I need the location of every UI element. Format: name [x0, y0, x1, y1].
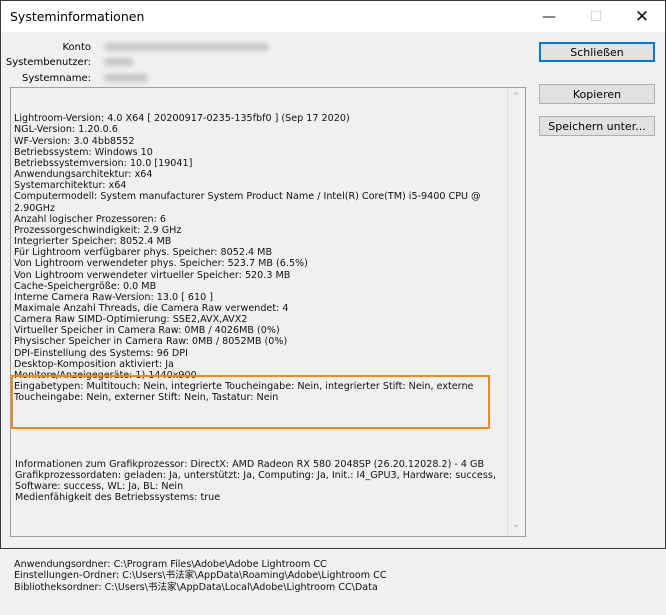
- info-line: Für Lightroom verfügbarer phys. Speicher…: [14, 247, 273, 259]
- info-line: Anwendungsarchitektur: x64: [14, 169, 153, 181]
- info-line: Systemarchitektur: x64: [14, 180, 127, 192]
- info-line: Von Lightroom verwendeter phys. Speicher…: [14, 258, 308, 270]
- info-line: Anzahl logischer Prozessoren: 6: [14, 213, 167, 225]
- info-line: Virtueller Speicher in Camera Raw: 0MB /…: [14, 325, 280, 337]
- info-line: NGL-Version: 1.20.0.6: [14, 124, 118, 136]
- minimize-icon[interactable]: —: [526, 1, 572, 32]
- systemname-label: Systemname:: [21, 73, 91, 84]
- folder-line: Bibliotheksordner: C:\Users\书法家\AppData\…: [14, 581, 378, 593]
- konto-label: Konto: [62, 42, 91, 53]
- info-line: Physischer Speicher in Camera Raw: 0MB /…: [14, 336, 288, 348]
- info-line: Desktop-Komposition aktiviert: Ja: [14, 358, 174, 370]
- systemname-value-redacted: [104, 74, 148, 82]
- info-line: Lightroom-Version: 4.0 X64 [ 20200917-02…: [14, 113, 350, 125]
- close-button[interactable]: Schließen: [539, 42, 655, 62]
- systembenutzer-label: Systembenutzer:: [5, 57, 91, 68]
- scroll-up-icon[interactable]: ⌃: [512, 92, 520, 102]
- vertical-scrollbar[interactable]: ⌃ ⌄: [507, 88, 525, 536]
- konto-value-redacted: [104, 43, 269, 51]
- info-line: Camera Raw SIMD-Optimierung: SSE2,AVX,AV…: [14, 314, 248, 326]
- scroll-down-icon[interactable]: ⌄: [512, 520, 520, 530]
- gpu-info-line: Informationen zum Grafikprozessor: Direc…: [15, 459, 485, 470]
- info-line: Von Lightroom verwendeter virtueller Spe…: [14, 269, 291, 281]
- title-bar: Systeminformationen — ☐ ✕: [1, 1, 665, 32]
- systembenutzer-value-redacted: [104, 58, 134, 66]
- maximize-icon: ☐: [589, 8, 603, 25]
- info-line: Computermodell: System manufacturer Syst…: [14, 191, 484, 214]
- info-line: DPI-Einstellung des Systems: 96 DPI: [14, 347, 188, 359]
- info-line: Interne Camera Raw-Version: 13.0 [ 610 ]: [14, 291, 214, 303]
- info-line: Betriebssystem: Windows 10: [14, 146, 153, 158]
- info-line: Prozessorgeschwindigkeit: 2.9 GHz: [14, 224, 182, 236]
- info-line: Betriebssystemversion: 10.0 [19041]: [14, 157, 193, 169]
- system-info-dialog: Systeminformationen — ☐ ✕ Konto Systembe…: [0, 0, 666, 593]
- info-line: Integrierter Speicher: 8052.4 MB: [14, 236, 172, 248]
- folder-line: Anwendungsordner: C:\Program Files\Adobe…: [14, 559, 327, 571]
- gpu-info-highlight: [11, 375, 490, 429]
- system-info-text: Lightroom-Version: 4.0 X64 [ 20200917-02…: [14, 91, 508, 615]
- info-line: Cache-Speichergröße: 0.0 MB: [14, 280, 157, 292]
- gpu-info-line: Grafikprozessordaten: geladen: Ja, unter…: [15, 470, 499, 493]
- close-icon[interactable]: ✕: [619, 1, 665, 32]
- gpu-info-line: Medienfähigkeit des Betriebssystems: tru…: [15, 492, 221, 504]
- folder-line: Einstellungen-Ordner: C:\Users\书法家\AppDa…: [14, 570, 387, 582]
- window-title: Systeminformationen: [10, 9, 145, 24]
- info-line: Maximale Anzahl Threads, die Camera Raw …: [14, 302, 289, 314]
- info-line: WF-Version: 3.0 4bb8552: [14, 135, 135, 147]
- system-info-textbox[interactable]: Lightroom-Version: 4.0 X64 [ 20200917-02…: [10, 87, 526, 593]
- copy-button[interactable]: Kopieren: [539, 84, 655, 104]
- save-as-button[interactable]: Speichern unter...: [539, 116, 655, 136]
